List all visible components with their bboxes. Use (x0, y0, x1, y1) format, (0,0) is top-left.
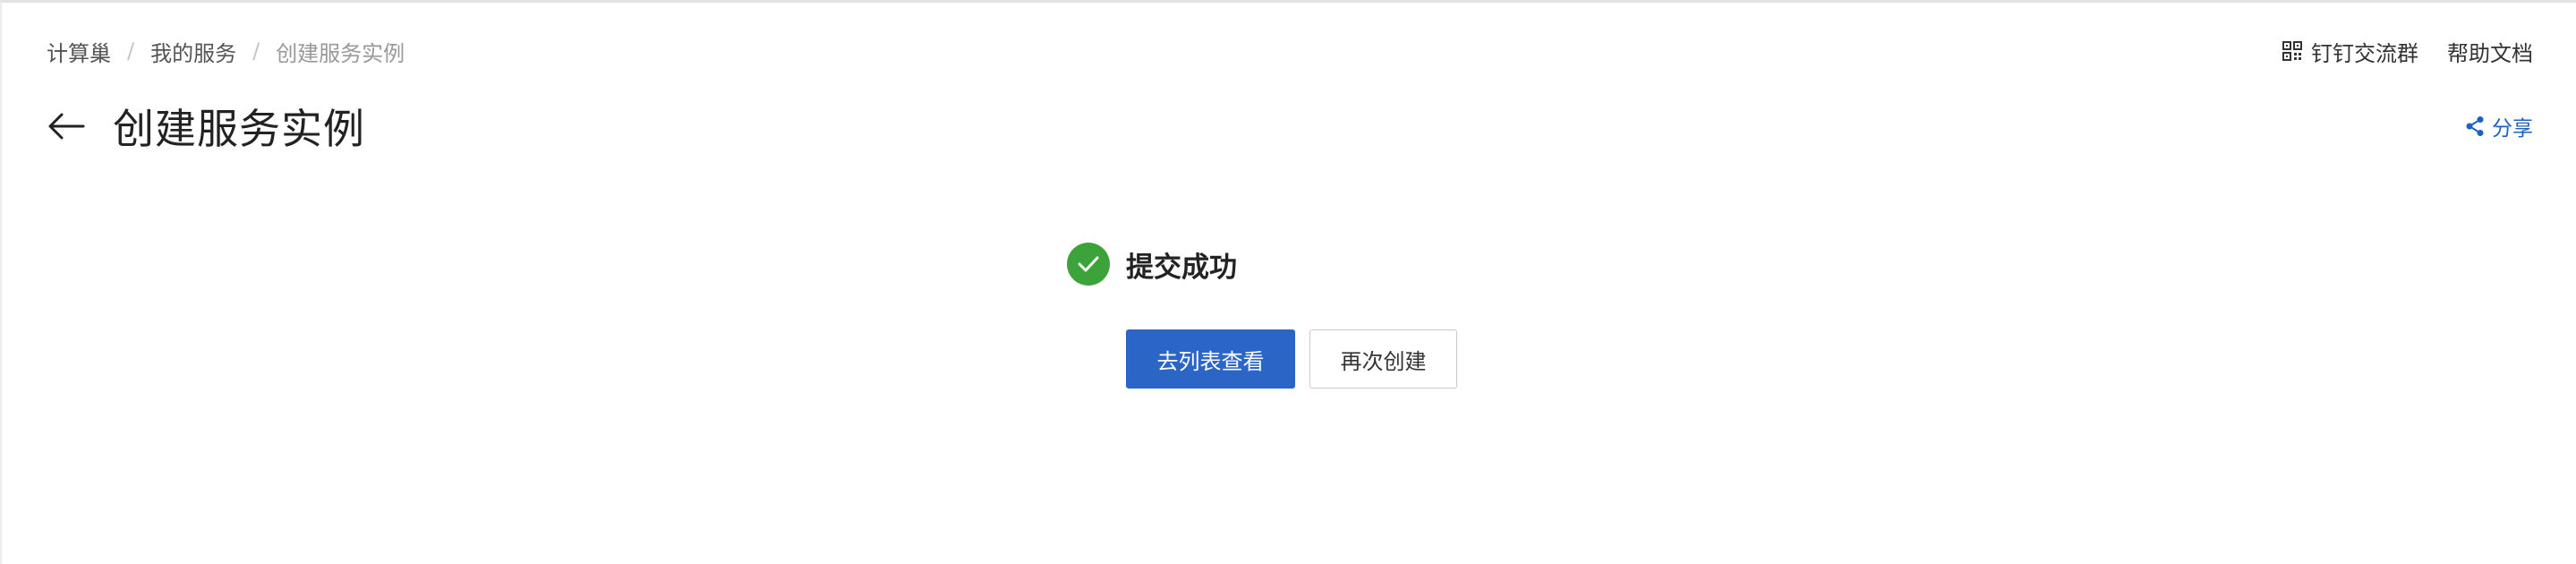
page: 计算巢 / 我的服务 / 创建服务实例 钉钉交流群 帮助文档 创建服务实例 分享… (0, 0, 2576, 564)
breadcrumb-item-compute-nest[interactable]: 计算巢 (47, 36, 111, 67)
qrcode-icon (2282, 41, 2302, 61)
share-button[interactable]: 分享 (2465, 110, 2533, 142)
share-icon (2466, 116, 2484, 136)
breadcrumb-separator: / (252, 38, 260, 64)
back-button[interactable] (47, 107, 86, 146)
create-again-button[interactable]: 再次创建 (1309, 329, 1457, 389)
top-links: 钉钉交流群 帮助文档 (2282, 36, 2533, 67)
go-to-list-button[interactable]: 去列表查看 (1126, 329, 1295, 389)
breadcrumb-item-create-instance: 创建服务实例 (276, 40, 405, 66)
page-header: 创建服务实例 (47, 99, 365, 153)
breadcrumb: 计算巢 / 我的服务 / 创建服务实例 (47, 36, 405, 67)
dingtalk-group-link[interactable]: 钉钉交流群 (2282, 36, 2418, 67)
breadcrumb-separator: / (127, 38, 135, 64)
check-circle-icon (1067, 243, 1110, 286)
page-title: 创建服务实例 (113, 105, 365, 153)
help-docs-link[interactable]: 帮助文档 (2447, 36, 2533, 67)
breadcrumb-item-my-services[interactable]: 我的服务 (150, 36, 236, 67)
result-status-text: 提交成功 (1126, 251, 1237, 284)
arrow-left-icon (48, 113, 85, 140)
submit-result: 提交成功 (1067, 243, 1237, 286)
result-actions: 去列表查看 再次创建 (1126, 329, 1457, 389)
dingtalk-group-label: 钉钉交流群 (2311, 40, 2418, 66)
help-docs-label: 帮助文档 (2447, 40, 2533, 66)
share-label: 分享 (2492, 117, 2533, 141)
